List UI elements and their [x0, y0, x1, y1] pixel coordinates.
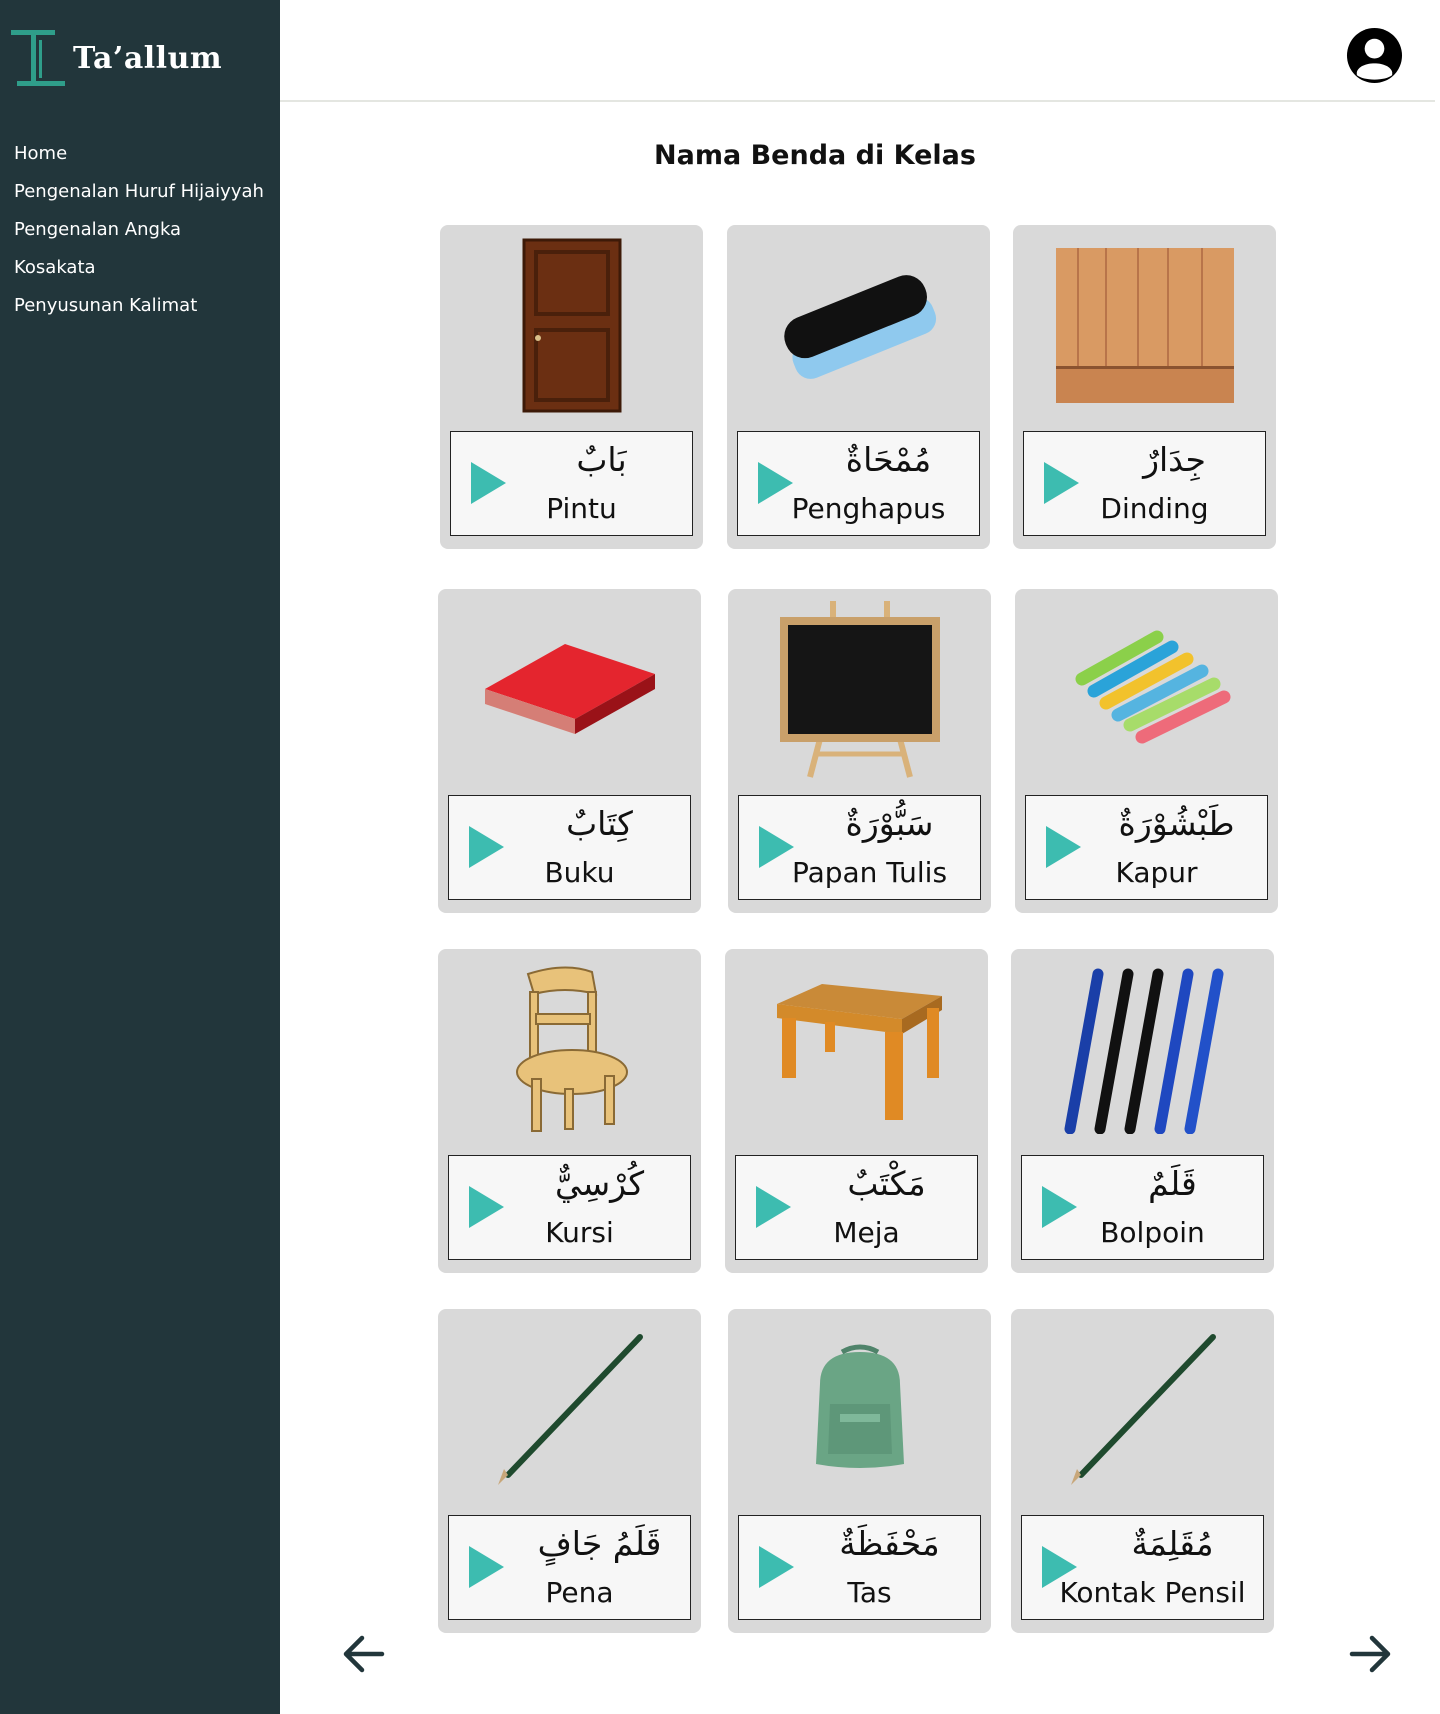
sidebar-item-home[interactable]: Home	[14, 140, 264, 178]
wall-image	[1013, 225, 1276, 425]
arabic-word: مَحْفَظَةٌ	[839, 1524, 940, 1563]
vocab-card: مُمْحَاةٌ Penghapus	[727, 225, 990, 549]
sidebar-nav: Home Pengenalan Huruf Hijaiyyah Pengenal…	[14, 140, 264, 330]
arabic-word: كِتَابٌ	[566, 804, 633, 843]
book-image	[438, 589, 701, 789]
indonesian-word: Kontak Pensil	[1059, 1576, 1246, 1609]
sidebar: Ta’allum Home Pengenalan Huruf Hijaiyyah…	[0, 0, 280, 1714]
app-logo[interactable]: Ta’allum	[11, 30, 222, 86]
indonesian-word: Tas	[847, 1576, 892, 1609]
sidebar-item-angka[interactable]: Pengenalan Angka	[14, 216, 264, 254]
indonesian-word: Pintu	[546, 492, 617, 525]
vocab-card: طَبْشُوْرَةٌ Kapur	[1015, 589, 1278, 913]
arabic-word: قَلَمُ جَافٍ	[537, 1524, 662, 1563]
word-audio-button[interactable]: مَحْفَظَةٌ Tas	[738, 1515, 981, 1620]
pencil-image	[1011, 1309, 1274, 1509]
arabic-word: طَبْشُوْرَةٌ	[1118, 804, 1235, 843]
indonesian-word: Penghapus	[791, 492, 946, 525]
indonesian-word: Meja	[833, 1216, 900, 1249]
arabic-word: مُمْحَاةٌ	[845, 440, 932, 479]
vocab-card: مَكْتَبٌ Meja	[725, 949, 988, 1273]
pens-image	[1011, 949, 1274, 1149]
eraser-image	[727, 225, 990, 425]
top-bar	[280, 0, 1435, 102]
pencil-image	[438, 1309, 701, 1509]
arabic-word: بَابٌ	[576, 440, 627, 479]
arabic-word: جِدَارٌ	[1143, 440, 1206, 479]
word-audio-button[interactable]: كُرْسِيٌّ Kursi	[448, 1155, 691, 1260]
vocab-card: كُرْسِيٌّ Kursi	[438, 949, 701, 1273]
word-audio-button[interactable]: طَبْشُوْرَةٌ Kapur	[1025, 795, 1268, 900]
vocab-card: سَبُّوْرَةٌ Papan Tulis	[728, 589, 991, 913]
indonesian-word: Bolpoin	[1100, 1216, 1205, 1249]
next-page-arrow-icon[interactable]	[1346, 1630, 1394, 1678]
word-audio-button[interactable]: كِتَابٌ Buku	[448, 795, 691, 900]
prev-page-arrow-icon[interactable]	[340, 1630, 388, 1678]
sidebar-item-penyusunan-kalimat[interactable]: Penyusunan Kalimat	[14, 292, 264, 330]
chair-image	[438, 949, 701, 1149]
vocab-card: مُقَلِمَةٌ Kontak Pensil	[1011, 1309, 1274, 1633]
vocab-card: مَحْفَظَةٌ Tas	[728, 1309, 991, 1633]
logo-icon	[11, 30, 65, 86]
word-audio-button[interactable]: سَبُّوْرَةٌ Papan Tulis	[738, 795, 981, 900]
arabic-word: قَلَمٌ	[1148, 1164, 1197, 1203]
arabic-word: مَكْتَبٌ	[847, 1164, 926, 1203]
indonesian-word: Buku	[544, 856, 615, 889]
arabic-word: سَبُّوْرَةٌ	[845, 804, 934, 843]
word-audio-button[interactable]: جِدَارٌ Dinding	[1023, 431, 1266, 536]
indonesian-word: Dinding	[1100, 492, 1209, 525]
chalk-image	[1015, 589, 1278, 789]
sidebar-item-kosakata[interactable]: Kosakata	[14, 254, 264, 292]
indonesian-word: Pena	[545, 1576, 614, 1609]
vocab-card: كِتَابٌ Buku	[438, 589, 701, 913]
arabic-word: مُقَلِمَةٌ	[1131, 1524, 1214, 1563]
word-audio-button[interactable]: مُقَلِمَةٌ Kontak Pensil	[1021, 1515, 1264, 1620]
blackboard-image	[728, 589, 991, 789]
page-title: Nama Benda di Kelas	[654, 140, 976, 171]
user-avatar-icon[interactable]	[1346, 27, 1403, 84]
vocab-card: جِدَارٌ Dinding	[1013, 225, 1276, 549]
backpack-image	[728, 1309, 991, 1509]
indonesian-word: Papan Tulis	[791, 856, 948, 889]
vocab-card: بَابٌ Pintu	[440, 225, 703, 549]
arabic-word: كُرْسِيٌّ	[554, 1164, 645, 1203]
word-audio-button[interactable]: مَكْتَبٌ Meja	[735, 1155, 978, 1260]
word-audio-button[interactable]: قَلَمٌ Bolpoin	[1021, 1155, 1264, 1260]
vocab-card: قَلَمُ جَافٍ Pena	[438, 1309, 701, 1633]
indonesian-word: Kapur	[1115, 856, 1198, 889]
app-name: Ta’allum	[73, 40, 223, 76]
word-audio-button[interactable]: مُمْحَاةٌ Penghapus	[737, 431, 980, 536]
indonesian-word: Kursi	[545, 1216, 614, 1249]
word-audio-button[interactable]: بَابٌ Pintu	[450, 431, 693, 536]
door-image	[440, 225, 703, 425]
word-audio-button[interactable]: قَلَمُ جَافٍ Pena	[448, 1515, 691, 1620]
table-image	[725, 949, 988, 1149]
sidebar-item-huruf-hijaiyyah[interactable]: Pengenalan Huruf Hijaiyyah	[14, 178, 264, 216]
vocab-card: قَلَمٌ Bolpoin	[1011, 949, 1274, 1273]
